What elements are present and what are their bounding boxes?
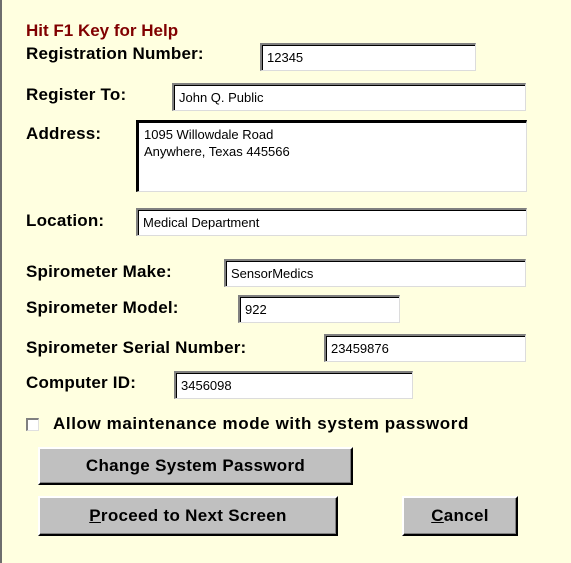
- location-label: Location:: [26, 211, 105, 230]
- maintenance-mode-option[interactable]: Allow maintenance mode with system passw…: [26, 414, 469, 434]
- proceed-to-next-screen-button[interactable]: Proceed to Next Screen: [38, 496, 338, 536]
- cancel-button-label: Cancel: [431, 506, 489, 525]
- address-field[interactable]: 1095 Willowdale Road Anywhere, Texas 445…: [136, 120, 527, 192]
- proceed-button-label: Proceed to Next Screen: [89, 506, 287, 525]
- register-to-field[interactable]: John Q. Public: [172, 83, 526, 111]
- change-password-button-label: Change System Password: [85, 456, 306, 475]
- register-to-label: Register To:: [26, 85, 127, 104]
- location-field[interactable]: Medical Department: [136, 208, 527, 236]
- spirometer-serial-field[interactable]: 23459876: [324, 334, 526, 362]
- spirometer-model-label: Spirometer Model:: [26, 298, 179, 317]
- computer-id-field[interactable]: 3456098: [174, 371, 413, 399]
- registration-dialog: Hit F1 Key for Help Registration Number:…: [0, 0, 571, 563]
- maintenance-mode-checkbox[interactable]: [26, 417, 39, 431]
- registration-number-label: Registration Number:: [26, 44, 204, 63]
- address-label: Address:: [26, 124, 102, 143]
- cancel-button[interactable]: Cancel: [402, 496, 518, 536]
- registration-number-field[interactable]: 12345: [260, 43, 476, 71]
- maintenance-mode-label: Allow maintenance mode with system passw…: [53, 414, 469, 433]
- spirometer-make-field[interactable]: SensorMedics: [224, 259, 526, 287]
- help-hint: Hit F1 Key for Help: [26, 21, 179, 40]
- spirometer-serial-label: Spirometer Serial Number:: [26, 338, 247, 357]
- spirometer-make-label: Spirometer Make:: [26, 262, 172, 281]
- change-system-password-button[interactable]: Change System Password: [38, 447, 353, 485]
- computer-id-label: Computer ID:: [26, 373, 137, 392]
- spirometer-model-field[interactable]: 922: [238, 295, 400, 323]
